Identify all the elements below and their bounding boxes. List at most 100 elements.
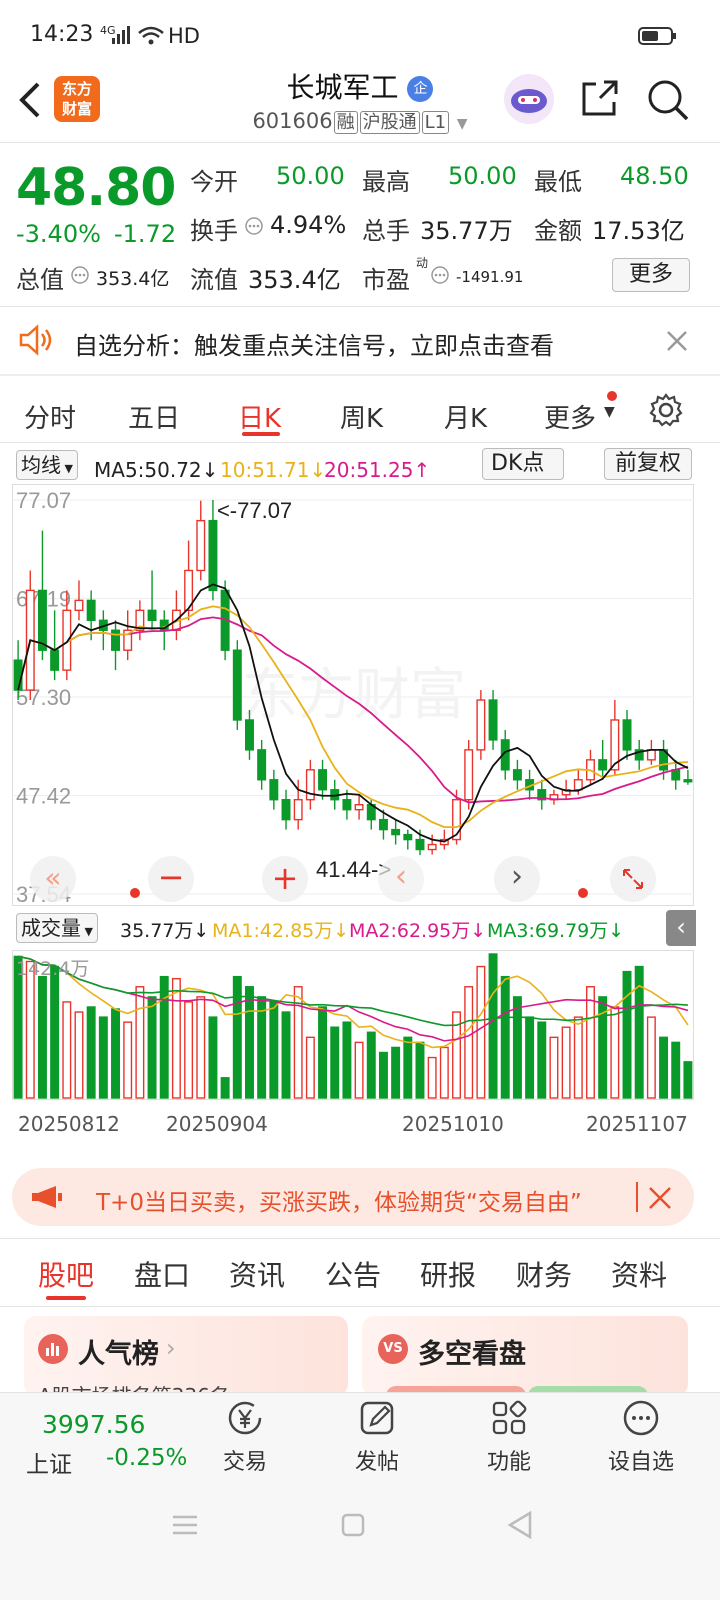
- info-dots-icon[interactable]: [70, 265, 90, 285]
- tab-announcements[interactable]: 公告: [325, 1254, 381, 1294]
- ma-select[interactable]: 均线 ▼: [16, 450, 78, 480]
- volume-bar: [610, 1006, 620, 1099]
- volume-bar: [586, 986, 595, 1099]
- volume-bar: [537, 1021, 547, 1099]
- tab-profile[interactable]: 资料: [611, 1254, 667, 1294]
- tab-forum[interactable]: 股吧: [38, 1254, 94, 1294]
- tab-weekly-k[interactable]: 周K: [340, 398, 383, 435]
- menu-icon[interactable]: [170, 1512, 200, 1538]
- index-change[interactable]: -0.25%: [106, 1445, 187, 1471]
- notice-text[interactable]: 自选分析：触发重点关注信号，立即点击查看: [74, 326, 554, 361]
- scroll-left-button[interactable]: «: [30, 856, 76, 902]
- collapse-panel-button[interactable]: ‹: [666, 910, 696, 946]
- red-dot-badge: [607, 391, 617, 401]
- nav-post-label: 发帖: [354, 1450, 399, 1475]
- candle-body: [305, 769, 315, 801]
- megaphone-icon: [32, 1186, 62, 1208]
- open-label: 今开: [190, 168, 238, 196]
- tab-orderbook[interactable]: 盘口: [134, 1254, 190, 1294]
- volume-bar: [488, 953, 498, 1099]
- volume-bar: [318, 1006, 328, 1099]
- volume-bar: [525, 1016, 535, 1099]
- volume-bar: [671, 1041, 681, 1099]
- volume-select[interactable]: 成交量 ▼: [16, 913, 98, 943]
- candle-body: [464, 749, 474, 801]
- kline-chart[interactable]: 77.0767.1957.3047.4237.54东方财富<-77.0741.4…: [12, 484, 694, 906]
- tab-more[interactable]: 更多: [544, 398, 596, 435]
- bull-bear-card[interactable]: VS 多空看盘: [362, 1316, 688, 1396]
- signal-icon: [112, 26, 130, 44]
- volume-bar: [37, 975, 47, 1099]
- close-icon[interactable]: [648, 1186, 672, 1210]
- volume-bar: [403, 1036, 413, 1099]
- volume-bar: [305, 1036, 315, 1099]
- search-icon[interactable]: [646, 78, 690, 122]
- volume-bar: [269, 1001, 279, 1099]
- more-dots-icon: [623, 1400, 659, 1436]
- volume-bar: [659, 1036, 669, 1099]
- volume-value: 35.77万: [420, 217, 513, 245]
- nav-add-watchlist[interactable]: 设自选: [586, 1398, 696, 1476]
- tab-financials[interactable]: 财务: [516, 1254, 572, 1294]
- volume-bar: [646, 1016, 656, 1099]
- tab-daily-k[interactable]: 日K: [238, 398, 281, 435]
- candle-body: [50, 649, 60, 671]
- nav-post[interactable]: 发帖: [322, 1398, 432, 1476]
- candle-body: [74, 599, 84, 612]
- prev-button[interactable]: ‹: [378, 856, 424, 902]
- volume-bar: [245, 986, 254, 1099]
- open-value: 50.00: [276, 162, 345, 190]
- close-icon[interactable]: [664, 328, 690, 354]
- fullscreen-button[interactable]: [610, 856, 656, 902]
- adjust-button[interactable]: 前复权: [604, 448, 692, 480]
- candle-body: [269, 779, 279, 801]
- zoom-in-button[interactable]: +: [262, 856, 308, 902]
- tab-intraday[interactable]: 分时: [24, 398, 76, 435]
- volume-bar: [208, 1016, 218, 1099]
- volume-bar: [476, 965, 486, 1099]
- info-dots-icon[interactable]: [244, 216, 264, 236]
- hd-indicator: HD: [168, 24, 200, 48]
- tab-research[interactable]: 研报: [420, 1254, 476, 1294]
- volume-bar: [147, 996, 157, 1099]
- candle-body: [196, 519, 206, 572]
- index-name[interactable]: 上证: [26, 1445, 72, 1479]
- home-icon[interactable]: [340, 1512, 366, 1538]
- candle-body: [415, 838, 425, 851]
- vol-ma3-legend: MA3:69.79万↓: [487, 920, 625, 942]
- promo-banner[interactable]: T+0当日买卖，买涨买跌，体验期货“交易自由”: [12, 1168, 694, 1226]
- promo-text: T+0当日买卖，买涨买跌，体验期货“交易自由”: [96, 1190, 582, 1216]
- tab-news[interactable]: 资讯: [229, 1254, 285, 1294]
- assistant-avatar[interactable]: [504, 74, 554, 124]
- tab-monthly-k[interactable]: 月K: [444, 398, 487, 435]
- volume-chart[interactable]: [12, 950, 694, 1100]
- nav-add-watchlist-label: 设自选: [607, 1450, 674, 1475]
- tab-five-day[interactable]: 五日: [128, 398, 180, 435]
- next-button[interactable]: ›: [494, 856, 540, 902]
- more-quote-button[interactable]: 更多: [612, 258, 690, 292]
- volume-bar: [415, 1041, 425, 1099]
- info-dots-icon[interactable]: [430, 265, 450, 285]
- index-value[interactable]: 3997.56: [42, 1410, 145, 1439]
- nav-trade[interactable]: 交易: [190, 1398, 300, 1476]
- active-tab-indicator: [46, 1296, 86, 1300]
- header-divider: [0, 142, 720, 143]
- nav-functions[interactable]: 功能: [454, 1398, 564, 1476]
- volume-bar: [184, 1001, 194, 1099]
- zoom-out-button[interactable]: −: [148, 856, 194, 902]
- mcap-value: 353.4亿: [96, 268, 170, 290]
- volume-bar: [111, 1008, 120, 1099]
- marker-dot: [578, 888, 588, 898]
- volume-bar: [573, 1016, 583, 1099]
- yen-circle-icon: [228, 1401, 262, 1435]
- share-icon[interactable]: [580, 78, 620, 118]
- back-triangle-icon[interactable]: [506, 1510, 534, 1540]
- volume-bar: [50, 965, 60, 1099]
- dropdown-caret-icon: ▼: [456, 116, 468, 132]
- dk-point-button[interactable]: DK点 ◢: [482, 448, 564, 507]
- volume-bar: [427, 1056, 437, 1099]
- gear-icon[interactable]: [648, 392, 684, 428]
- mcap-label: 总值: [16, 266, 64, 294]
- candle-body: [318, 769, 328, 791]
- popularity-card[interactable]: 人气榜 › A股市场排名第336名: [24, 1316, 348, 1396]
